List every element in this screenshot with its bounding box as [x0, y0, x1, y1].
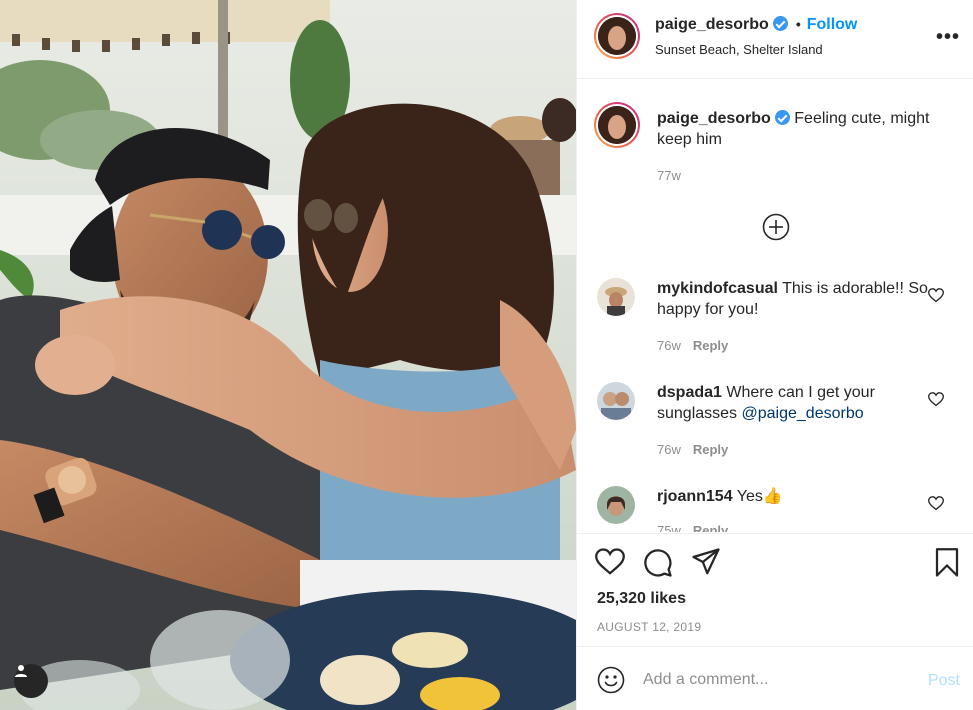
caption-item: paige_desorbo Feeling cute, might keep h…: [577, 102, 973, 202]
comment-item: dspada1 Where can I get your sunglasses …: [577, 382, 973, 472]
comment-meta: 76w Reply: [657, 338, 728, 353]
caption-age[interactable]: 77w: [657, 168, 681, 183]
comment-username[interactable]: rjoann154: [657, 488, 733, 505]
header-title-line: paige_desorbo • Follow: [655, 16, 857, 34]
more-options-button[interactable]: •••: [936, 26, 960, 49]
comment-bubble-icon[interactable]: [643, 548, 673, 578]
comments-list[interactable]: paige_desorbo Feeling cute, might keep h…: [577, 80, 973, 532]
comment-text: rjoann154 Yes👍: [657, 486, 939, 507]
like-comment-heart-icon[interactable]: [928, 288, 944, 303]
emoji-smiley-icon[interactable]: [597, 666, 625, 694]
post-photo[interactable]: [0, 0, 576, 710]
caption-avatar[interactable]: [594, 102, 640, 148]
commenter-avatar[interactable]: [597, 278, 635, 316]
load-more-comments-button[interactable]: [761, 212, 791, 242]
author-avatar[interactable]: [594, 13, 640, 59]
mention-link[interactable]: @paige_desorbo: [742, 405, 864, 422]
post-side-panel: paige_desorbo • Follow Sunset Beach, Shelt…: [576, 0, 973, 710]
reply-button[interactable]: Reply: [693, 338, 728, 353]
post-comment-button[interactable]: Post: [928, 672, 960, 690]
add-comment-bar: Post: [577, 646, 973, 710]
comment-meta: 76w Reply: [657, 442, 728, 457]
post-date[interactable]: AUGUST 12, 2019: [597, 620, 701, 634]
follow-button[interactable]: Follow: [807, 16, 858, 33]
like-comment-heart-icon[interactable]: [928, 496, 944, 511]
avatar-image: [598, 106, 636, 144]
comment-username[interactable]: dspada1: [657, 384, 722, 401]
post-header: paige_desorbo • Follow Sunset Beach, Shelt…: [577, 0, 973, 79]
plus-circle-icon: [762, 213, 790, 241]
avatar-image: [598, 17, 636, 55]
like-heart-icon[interactable]: [595, 548, 625, 576]
author-username[interactable]: paige_desorbo: [655, 16, 769, 33]
comment-text: dspada1 Where can I get your sunglasses …: [657, 382, 939, 424]
caption-text: paige_desorbo Feeling cute, might keep h…: [657, 108, 939, 150]
like-comment-heart-icon[interactable]: [928, 392, 944, 407]
comment-item: rjoann154 Yes👍 75w Reply: [577, 486, 973, 532]
reply-button[interactable]: Reply: [693, 442, 728, 457]
separator-dot: •: [795, 16, 801, 32]
share-paper-plane-icon[interactable]: [691, 548, 721, 576]
comment-text: mykindofcasual This is adorable!! So hap…: [657, 278, 939, 320]
reply-button[interactable]: Reply: [693, 523, 728, 532]
caption-username[interactable]: paige_desorbo: [657, 110, 771, 127]
commenter-avatar[interactable]: [597, 382, 635, 420]
post-actions: 25,320 likes AUGUST 12, 2019: [577, 533, 973, 646]
verified-badge-icon: [772, 16, 788, 31]
save-bookmark-icon[interactable]: [934, 548, 960, 578]
user-icon: [15, 665, 27, 677]
comment-input[interactable]: [643, 667, 903, 693]
comment-age[interactable]: 76w: [657, 442, 681, 457]
comment-body: Yes👍: [736, 488, 783, 505]
post-location[interactable]: Sunset Beach, Shelter Island: [655, 42, 823, 57]
comment-age[interactable]: 75w: [657, 523, 681, 532]
photo-illustration: [0, 0, 576, 710]
comment-username[interactable]: mykindofcasual: [657, 280, 778, 297]
more-horizontal-icon: •••: [935, 26, 960, 48]
tagged-users-button[interactable]: [14, 664, 48, 698]
commenter-avatar[interactable]: [597, 486, 635, 524]
verified-badge-icon: [774, 110, 790, 125]
comment-meta: 75w Reply: [657, 523, 728, 532]
like-count[interactable]: 25,320 likes: [597, 590, 686, 608]
comment-age[interactable]: 76w: [657, 338, 681, 353]
comment-item: mykindofcasual This is adorable!! So hap…: [577, 278, 973, 368]
